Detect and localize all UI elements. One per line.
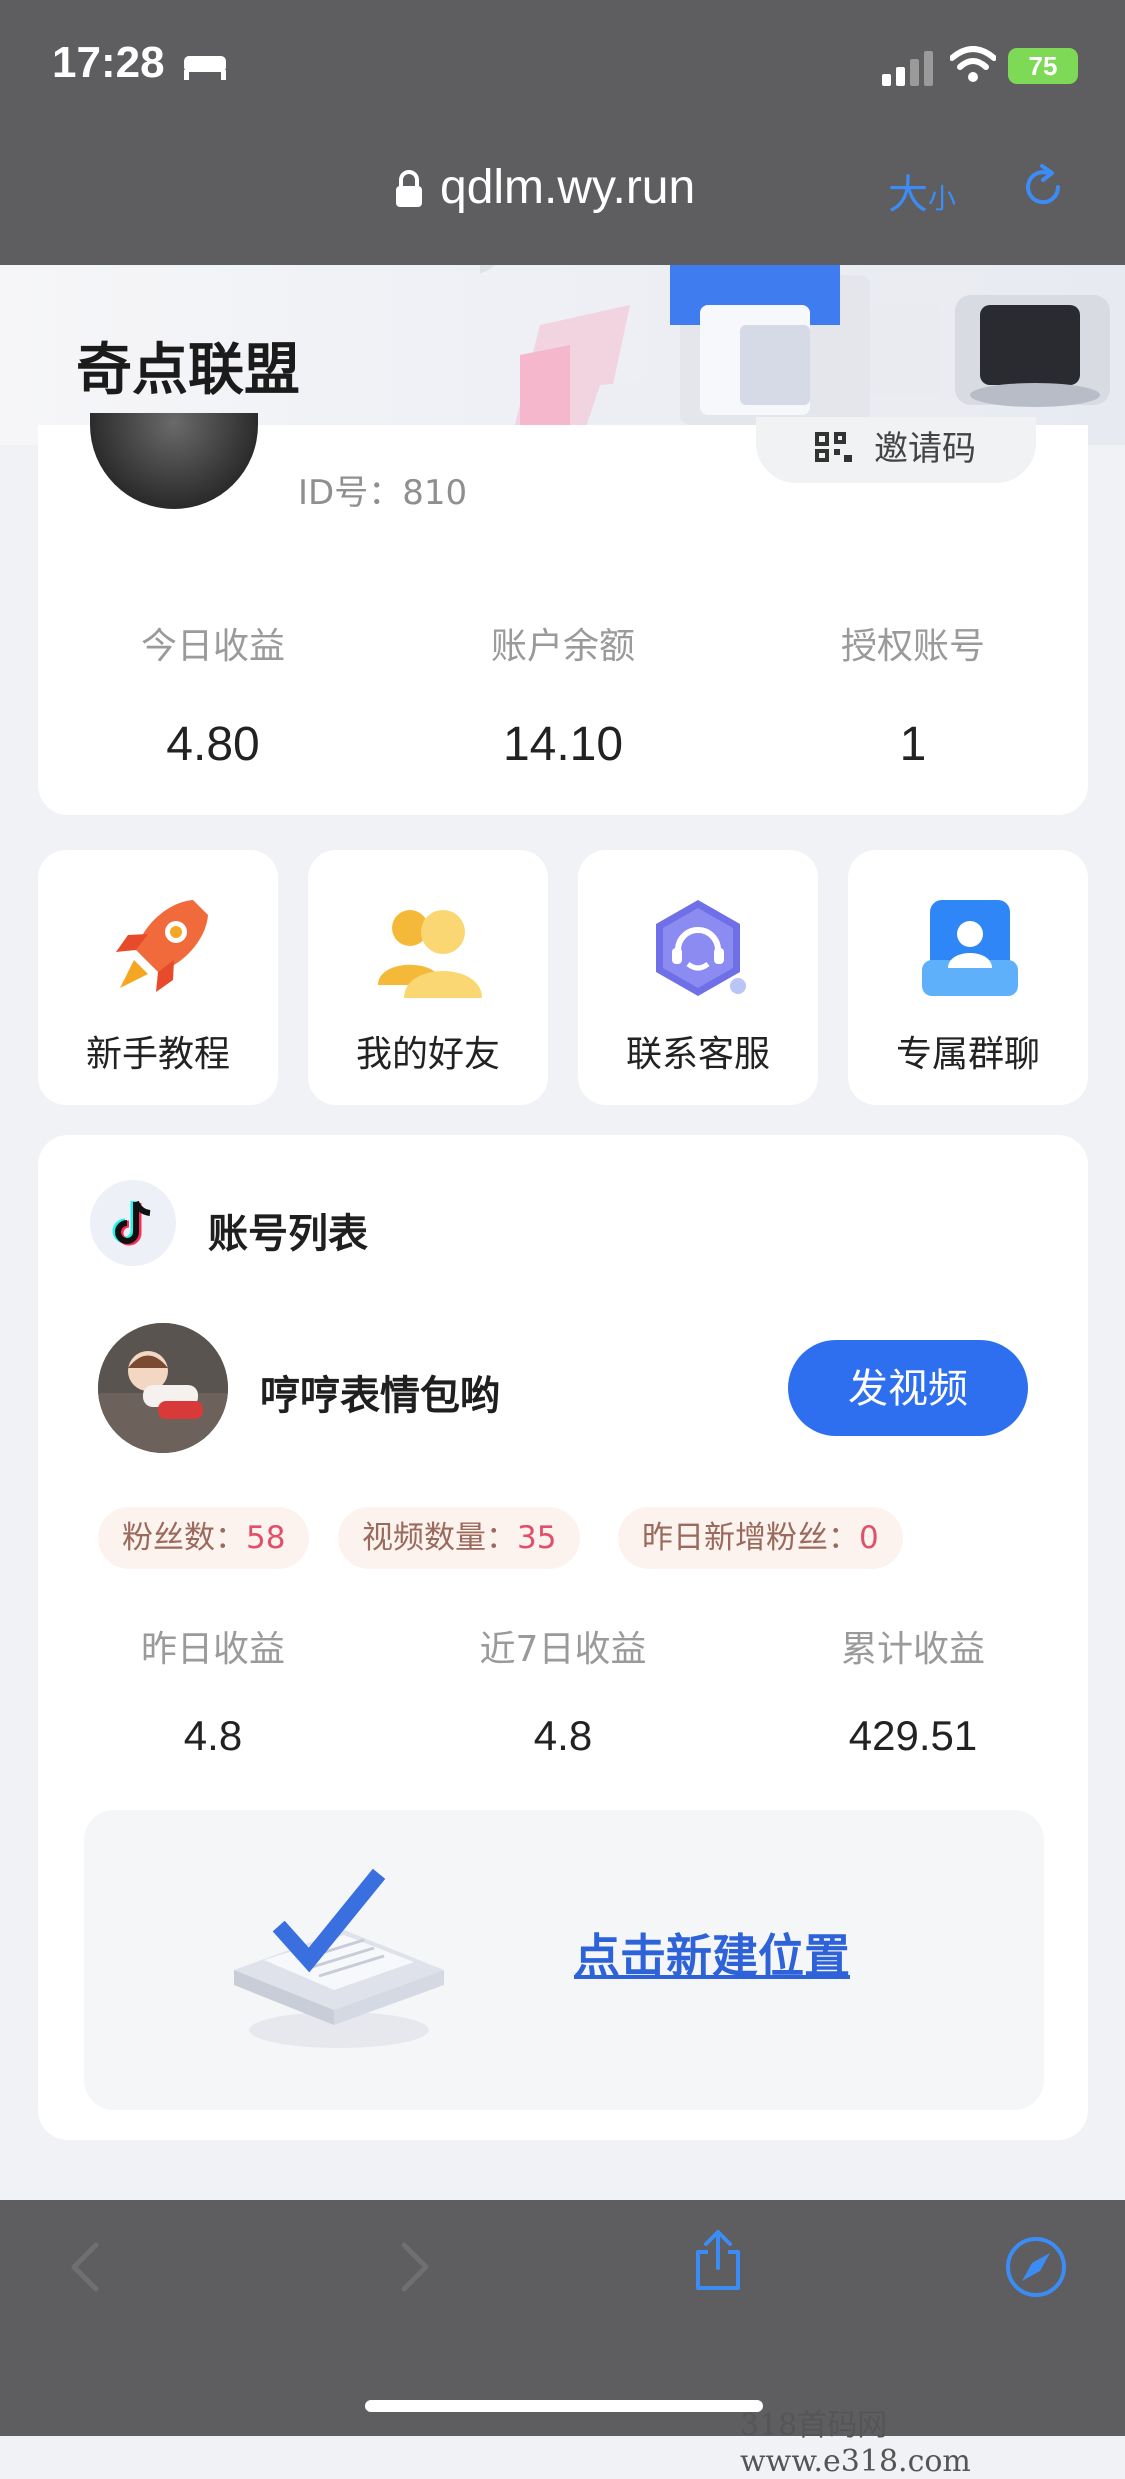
tile-exclusive-group-chat[interactable]: 专属群聊 <box>848 850 1088 1105</box>
chip-new-followers-yesterday: 昨日新增粉丝：0 <box>618 1507 903 1569</box>
tiktok-icon <box>90 1180 176 1266</box>
chip-value: 35 <box>517 1520 557 1556</box>
wifi-icon <box>950 46 996 82</box>
page-title: 奇点联盟 <box>76 338 300 403</box>
user-id-value: 810 <box>402 473 468 513</box>
share-icon[interactable] <box>686 2228 750 2292</box>
profile-stats-card: ID号：810 邀请码 今日收益 4.80 账户余额 14.10 授权账号 1 <box>38 413 1088 815</box>
text-size-big: 大 <box>888 172 928 218</box>
tiktok-logo <box>112 1200 151 1246</box>
forward-icon[interactable] <box>380 2235 444 2299</box>
document-check-icon <box>234 1868 444 2048</box>
chip-key: 粉丝数： <box>122 1520 246 1556</box>
earning-label: 近7日收益 <box>479 1629 647 1670</box>
stat-label: 授权账号 <box>840 626 985 667</box>
avatar[interactable] <box>90 413 258 509</box>
compass-icon[interactable] <box>1004 2235 1068 2299</box>
chip-followers: 粉丝数：58 <box>98 1507 310 1569</box>
rocket-icon <box>116 900 208 992</box>
invite-code-button[interactable]: 邀请码 <box>756 417 1036 483</box>
user-id: ID号：810 <box>298 465 467 514</box>
stat-account-balance: 账户余额 14.10 <box>388 617 738 772</box>
lock-icon <box>396 170 422 207</box>
stat-value: 4.80 <box>166 718 260 771</box>
account-name: 哼哼表情包哟 <box>260 1373 500 1419</box>
account-avatar-image <box>98 1323 228 1453</box>
account-avatar[interactable] <box>98 1323 228 1453</box>
signal-icon <box>882 51 933 86</box>
friends-icon <box>378 910 482 998</box>
new-position-box[interactable]: 点击新建位置 <box>84 1810 1044 2110</box>
stat-authorized-accounts: 授权账号 1 <box>738 617 1088 772</box>
create-position-link[interactable]: 点击新建位置 <box>574 1920 850 1986</box>
reload-icon[interactable] <box>1018 162 1068 212</box>
stat-label: 今日收益 <box>140 626 285 667</box>
tile-my-friends[interactable]: 我的好友 <box>308 850 548 1105</box>
url-address[interactable]: qdlm.wy.run <box>440 160 695 215</box>
qr-code-icon <box>815 432 852 462</box>
earning-total: 累计收益 429.51 <box>738 1620 1088 1760</box>
section-title: 账号列表 <box>208 1211 368 1257</box>
stat-value: 1 <box>899 718 927 771</box>
earning-value: 4.8 <box>533 1712 593 1759</box>
stat-today-earnings: 今日收益 4.80 <box>38 617 388 772</box>
stat-value: 14.10 <box>502 718 624 771</box>
chip-value: 58 <box>246 1520 286 1556</box>
watermark: 318首码网 www.e318.com <box>740 2408 971 2479</box>
stat-label: 账户余额 <box>490 626 635 667</box>
chip-value: 0 <box>859 1520 879 1556</box>
earning-label: 累计收益 <box>840 1629 985 1670</box>
chip-video-count: 视频数量：35 <box>338 1507 581 1569</box>
back-icon[interactable] <box>56 2235 120 2299</box>
group-chat-icon <box>922 900 1018 996</box>
account-list-card: 账号列表 哼哼表情包哟 发视频 粉丝数：58 视频数量：35 昨日新增粉丝：0 … <box>38 1135 1088 2140</box>
home-indicator[interactable] <box>365 2400 763 2412</box>
browser-top-bar: 17:28 75 qdlm.wy.run 大小 <box>0 0 1125 265</box>
chip-key: 视频数量： <box>362 1520 517 1556</box>
earning-label: 昨日收益 <box>140 1629 285 1670</box>
post-video-button[interactable]: 发视频 <box>788 1340 1028 1436</box>
status-time: 17:28 <box>52 38 165 87</box>
text-size-small: 小 <box>928 182 957 215</box>
bed-icon <box>184 56 226 80</box>
tile-label: 新手教程 <box>85 1034 230 1075</box>
invite-code-label: 邀请码 <box>874 429 976 469</box>
tile-label: 专属群聊 <box>895 1034 1040 1075</box>
chip-key: 昨日新增粉丝： <box>642 1520 859 1556</box>
battery-icon: 75 <box>1008 48 1078 84</box>
customer-service-icon <box>656 900 746 996</box>
tile-contact-support[interactable]: 联系客服 <box>578 850 818 1105</box>
earning-value: 4.8 <box>183 1712 243 1759</box>
tile-label: 我的好友 <box>355 1034 500 1075</box>
earning-last-7-days: 近7日收益 4.8 <box>388 1620 738 1760</box>
tile-beginner-tutorial[interactable]: 新手教程 <box>38 850 278 1105</box>
tile-label: 联系客服 <box>625 1034 770 1075</box>
text-size-button[interactable]: 大小 <box>888 162 956 220</box>
user-id-label: ID号： <box>298 473 403 513</box>
earning-yesterday: 昨日收益 4.8 <box>38 1620 388 1760</box>
earning-value: 429.51 <box>848 1712 978 1759</box>
